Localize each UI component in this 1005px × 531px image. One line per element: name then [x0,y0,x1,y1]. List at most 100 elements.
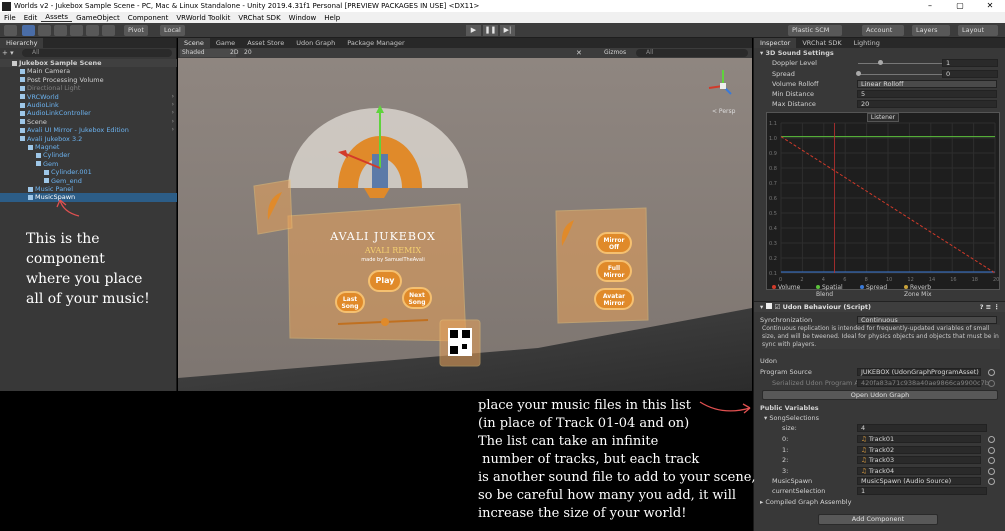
legend-item[interactable]: Spatial Blend [816,284,860,298]
layout-dropdown[interactable]: Layout [958,25,998,36]
menu-help[interactable]: Help [320,14,344,22]
account-dropdown[interactable]: Account [862,25,904,36]
udon-behaviour-header[interactable]: ▾ ☑ Udon Behaviour (Script)? ≡ ⋮ [754,301,1005,312]
sync-dropdown[interactable]: Continuous [857,316,997,324]
scene-view[interactable]: AVALI JUKEBOX AVALI REMIX made by Samuel… [178,58,752,391]
tab-scene[interactable]: Scene [178,38,210,48]
gizmos-dropdown[interactable]: Gizmos [604,49,634,57]
legend-item[interactable]: Spread [860,284,904,291]
component-menu-icon[interactable]: ? ≡ ⋮ [980,302,1000,313]
track-audio-field[interactable]: ♫ Track04 [857,466,981,475]
music-spawn-picker-icon[interactable] [988,478,995,485]
spread-slider[interactable] [858,74,944,75]
compiled-assembly-foldout[interactable]: ▸ Compiled Graph Assembly [760,497,1000,507]
doppler-slider[interactable] [858,63,944,64]
minimize-button[interactable]: – [915,0,945,12]
scale-tool-button[interactable] [54,25,67,36]
menu-vrworld-toolkit[interactable]: VRWorld Toolkit [172,14,234,22]
song-selections-foldout[interactable]: ▾ SongSelections [764,413,1004,423]
menu-edit[interactable]: Edit [20,14,42,22]
expand-prefab-icon[interactable]: › [172,101,174,109]
open-udon-graph-button[interactable]: Open Udon Graph [762,390,998,400]
track-audio-field[interactable]: ♫ Track03 [857,456,981,464]
last-song-button[interactable]: Last Song [335,291,365,313]
hierarchy-item[interactable]: Scene › [0,118,177,126]
hierarchy-item[interactable]: Cylinder [0,151,177,159]
tools-icon[interactable]: ✕ [576,49,586,57]
spread-input[interactable]: 0 [942,70,998,78]
hierarchy-item[interactable]: Gem [0,160,177,168]
tab-udon-graph[interactable]: Udon Graph [290,38,341,48]
hierarchy-item[interactable]: MusicSpawn [0,193,177,202]
tab-asset-store[interactable]: Asset Store [241,38,290,48]
hierarchy-item[interactable]: Jukebox Sample Scene [0,59,177,68]
track-picker-icon[interactable] [988,457,995,464]
track-audio-field[interactable]: ♫ Track02 [857,445,981,454]
add-object-button[interactable]: + ▾ [2,49,16,57]
transform-tool-button[interactable] [86,25,99,36]
play-song-button[interactable]: Play [368,270,402,292]
hierarchy-item[interactable]: Avali Jukebox 3.2 [0,135,177,143]
menu-file[interactable]: File [0,14,20,22]
rotate-tool-button[interactable] [38,25,51,36]
tab-lighting[interactable]: Lighting [848,38,886,48]
local-toggle[interactable]: Local [160,25,185,36]
pivot-toggle[interactable]: Pivot [124,25,148,36]
tab-inspector[interactable]: Inspector [754,38,797,48]
doppler-input[interactable]: 1 [942,59,998,67]
hand-tool-button[interactable] [4,25,17,36]
plastic-scm-button[interactable]: Plastic SCM [788,25,842,36]
expand-prefab-icon[interactable]: › [172,118,174,126]
menu-window[interactable]: Window [285,14,321,22]
track-picker-icon[interactable] [988,446,995,454]
persp-label[interactable]: < Persp [712,108,742,115]
program-source-picker-icon[interactable] [988,369,995,376]
track-audio-field[interactable]: ♫ Track01 [857,435,981,443]
close-button[interactable]: ✕ [975,0,1005,12]
hierarchy-search-input[interactable]: All [22,49,172,57]
step-button[interactable]: ▶| [500,25,515,36]
hierarchy-item[interactable]: Main Camera [0,67,177,75]
spread-slider-knob[interactable] [856,71,861,76]
menu-assets[interactable]: Assets [41,13,73,22]
sound-settings-foldout[interactable]: ▾ 3D Sound Settings [760,48,1000,58]
move-tool-button[interactable] [22,25,35,36]
hierarchy-item[interactable]: Directional Light [0,84,177,92]
track-picker-icon[interactable] [988,467,995,475]
maximize-button[interactable]: ▢ [945,0,975,12]
next-song-button[interactable]: Next Song [402,287,432,309]
hierarchy-item[interactable]: Magnet [0,143,177,151]
avatar-mirror-button[interactable]: Avatar Mirror [594,288,634,310]
expand-prefab-icon[interactable]: › [172,109,174,117]
max-distance-input[interactable]: 20 [857,100,997,108]
expand-prefab-icon[interactable]: › [172,126,174,134]
shading-mode-dropdown[interactable]: Shaded [180,49,236,57]
hierarchy-item[interactable]: Post Processing Volume [0,76,177,84]
hierarchy-item[interactable]: AudioLinkController › [0,109,177,117]
full-mirror-button[interactable]: Full Mirror [596,260,632,282]
play-button[interactable]: ▶ [466,25,481,36]
mirror-off-button[interactable]: Mirror Off [596,232,632,254]
add-component-button[interactable]: Add Component [818,514,938,525]
menu-component[interactable]: Component [124,14,173,22]
hierarchy-item[interactable]: Avali UI Mirror - Jukebox Edition › [0,126,177,134]
music-spawn-field[interactable]: MusicSpawn (Audio Source) [857,477,981,485]
program-source-field[interactable]: JUKEBOX (UdonGraphProgramAsset) [857,368,981,376]
tab-package-manager[interactable]: Package Manager [341,38,411,48]
layers-dropdown[interactable]: Layers [912,25,950,36]
doppler-slider-knob[interactable] [878,60,883,65]
menu-vrchat-sdk[interactable]: VRChat SDK [234,14,284,22]
rect-tool-button[interactable] [70,25,83,36]
tab-game[interactable]: Game [210,38,241,48]
legend-item[interactable]: Volume [772,284,816,291]
rolloff-dropdown[interactable]: Linear Rolloff [857,80,997,88]
current-selection-input[interactable]: 1 [857,487,987,495]
legend-item[interactable]: Reverb Zone Mix [904,284,948,298]
scene-search-input[interactable]: All [636,49,748,57]
menu-gameobject[interactable]: GameObject [72,14,124,22]
hierarchy-item[interactable]: Music Panel [0,185,177,193]
min-distance-input[interactable]: 5 [857,90,997,98]
mode-2d-toggle[interactable]: 2D [230,49,242,57]
custom-tool-button[interactable] [102,25,115,36]
pause-button[interactable]: ❚❚ [483,25,498,36]
